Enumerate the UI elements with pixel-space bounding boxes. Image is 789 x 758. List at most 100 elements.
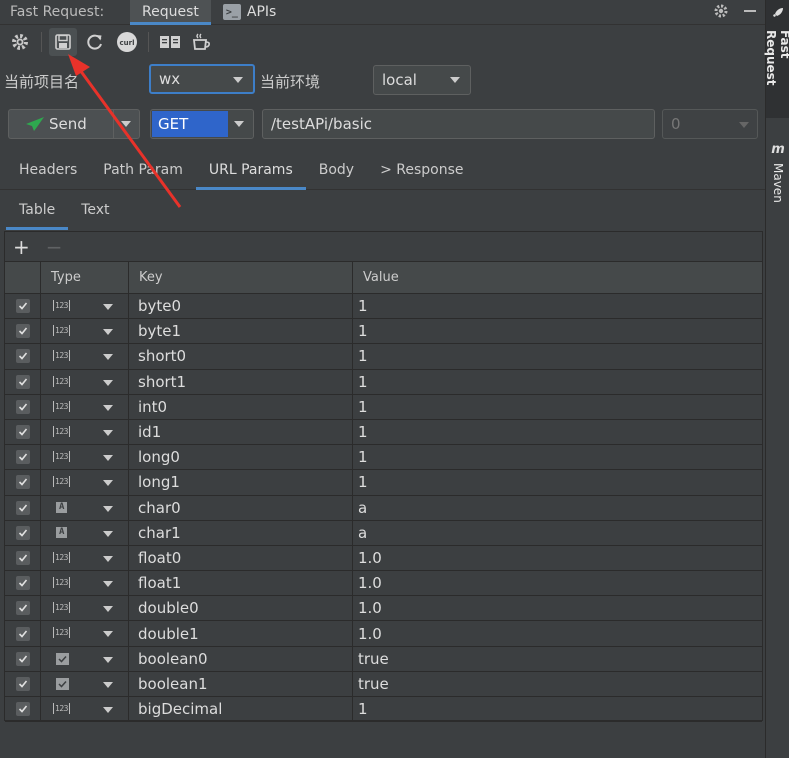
stripe-tab-fast-request[interactable]: Fast Request: [764, 0, 789, 118]
subtab-table[interactable]: Table: [6, 190, 69, 230]
coffee-icon[interactable]: [188, 28, 216, 56]
row-value[interactable]: 1.0: [353, 546, 762, 570]
row-checkbox[interactable]: [15, 349, 30, 364]
table-row[interactable]: boolean0 true: [5, 646, 762, 672]
table-row[interactable]: 123 float1 1.0: [5, 571, 762, 597]
table-row[interactable]: 123 byte0 1: [5, 294, 762, 320]
method-select[interactable]: GET: [150, 109, 254, 139]
row-value[interactable]: a: [353, 521, 762, 545]
row-value[interactable]: true: [353, 672, 762, 696]
row-value[interactable]: 1: [353, 445, 762, 469]
row-checkbox[interactable]: [15, 500, 30, 515]
add-row-icon[interactable]: +: [13, 235, 30, 259]
subtab-text[interactable]: Text: [68, 190, 122, 230]
table-row[interactable]: 123 id1 1: [5, 419, 762, 446]
row-checkbox[interactable]: [15, 626, 30, 641]
table-row[interactable]: Achar0 a: [5, 495, 762, 521]
row-checkbox[interactable]: [15, 550, 30, 565]
row-checkbox[interactable]: [15, 702, 30, 717]
row-checkbox[interactable]: [15, 450, 30, 465]
tab-body[interactable]: Body: [306, 150, 367, 190]
row-type-select[interactable]: [41, 646, 129, 671]
row-checkbox[interactable]: [15, 651, 30, 666]
docs-book-icon[interactable]: [156, 28, 184, 56]
table-row[interactable]: 123 float0 1.0: [5, 545, 762, 572]
row-type-select[interactable]: 123: [41, 445, 129, 470]
row-value[interactable]: 1.0: [353, 571, 762, 595]
row-key[interactable]: long0: [129, 445, 353, 470]
row-key[interactable]: bigDecimal: [129, 697, 353, 722]
row-type-select[interactable]: 123: [41, 545, 129, 571]
row-type-select[interactable]: 123: [41, 319, 129, 344]
row-checkbox[interactable]: [15, 374, 30, 389]
row-checkbox[interactable]: [15, 676, 30, 691]
row-type-select[interactable]: 123: [41, 596, 129, 621]
row-checkbox[interactable]: [15, 425, 30, 440]
row-type-select[interactable]: 123: [41, 294, 129, 319]
table-row[interactable]: 123 double0 1.0: [5, 596, 762, 622]
row-type-select[interactable]: A: [41, 520, 129, 545]
row-value[interactable]: 1: [353, 697, 762, 721]
row-type-select[interactable]: 123: [41, 571, 129, 596]
tab-url-params[interactable]: URL Params: [195, 150, 306, 190]
env-select[interactable]: local: [373, 65, 471, 95]
save-icon[interactable]: [49, 28, 77, 56]
minimize-icon[interactable]: [743, 4, 757, 22]
row-checkbox[interactable]: [15, 399, 30, 414]
row-key[interactable]: char1: [129, 520, 353, 545]
port-select[interactable]: 0: [662, 109, 758, 139]
row-key[interactable]: short0: [129, 344, 353, 369]
row-type-select[interactable]: 123: [41, 419, 129, 445]
row-type-select[interactable]: 123: [41, 344, 129, 369]
row-type-select[interactable]: 123: [41, 470, 129, 495]
row-value[interactable]: 1: [353, 370, 762, 394]
row-key[interactable]: double0: [129, 596, 353, 621]
remove-row-icon[interactable]: −: [46, 235, 63, 259]
row-value[interactable]: 1: [353, 344, 762, 368]
row-type-select[interactable]: A: [41, 495, 129, 520]
row-key[interactable]: float0: [129, 545, 353, 571]
table-row[interactable]: 123 int0 1: [5, 394, 762, 420]
table-row[interactable]: 123 long1 1: [5, 470, 762, 496]
table-row[interactable]: 123 double1 1.0: [5, 621, 762, 647]
row-type-select[interactable]: 123: [41, 394, 129, 419]
row-checkbox[interactable]: [15, 475, 30, 490]
row-value[interactable]: 1: [353, 319, 762, 343]
row-type-select[interactable]: 123: [41, 621, 129, 646]
row-checkbox[interactable]: [15, 601, 30, 616]
row-value[interactable]: 1: [353, 294, 762, 318]
row-type-select[interactable]: 123: [41, 369, 129, 394]
row-value[interactable]: 1: [353, 395, 762, 419]
config-gear-icon[interactable]: [6, 28, 34, 56]
row-key[interactable]: byte0: [129, 294, 353, 319]
table-row[interactable]: Achar1 a: [5, 520, 762, 546]
table-row[interactable]: 123 byte1 1: [5, 319, 762, 345]
url-input[interactable]: /testAPi/basic: [262, 109, 655, 139]
row-checkbox[interactable]: [15, 299, 30, 314]
row-value[interactable]: a: [353, 496, 762, 520]
row-key[interactable]: id1: [129, 419, 353, 445]
row-key[interactable]: boolean0: [129, 646, 353, 671]
table-row[interactable]: 123 long0 1: [5, 445, 762, 471]
row-type-select[interactable]: 123: [41, 697, 129, 722]
row-value[interactable]: 1.0: [353, 596, 762, 620]
table-row[interactable]: boolean1 true: [5, 671, 762, 697]
send-options-chevron-icon[interactable]: [121, 121, 131, 127]
table-row[interactable]: 123 bigDecimal 1: [5, 697, 762, 723]
tab-request[interactable]: Request: [130, 0, 211, 25]
row-key[interactable]: float1: [129, 571, 353, 596]
tab-apis[interactable]: >_ APIs: [211, 0, 288, 25]
row-checkbox[interactable]: [15, 576, 30, 591]
row-value[interactable]: 1.0: [353, 621, 762, 645]
row-checkbox[interactable]: [15, 324, 30, 339]
curl-icon[interactable]: curl: [113, 28, 141, 56]
row-value[interactable]: 1: [353, 470, 762, 494]
settings-gear-icon[interactable]: [713, 3, 729, 23]
row-value[interactable]: true: [353, 647, 762, 671]
row-key[interactable]: long1: [129, 470, 353, 495]
row-key[interactable]: int0: [129, 394, 353, 419]
row-key[interactable]: byte1: [129, 319, 353, 344]
send-button[interactable]: Send: [8, 109, 140, 139]
project-select[interactable]: wx: [149, 64, 255, 94]
row-key[interactable]: double1: [129, 621, 353, 646]
